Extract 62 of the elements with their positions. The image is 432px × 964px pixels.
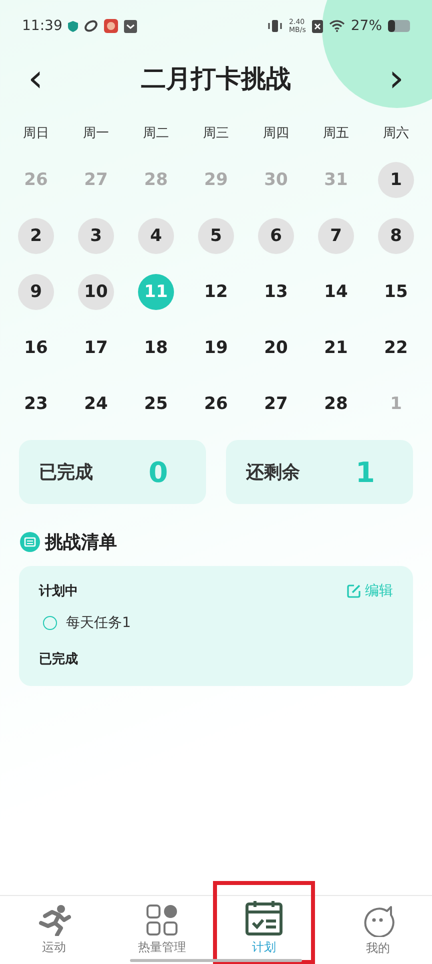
completed-heading: 已完成 — [39, 650, 79, 668]
running-icon — [37, 904, 71, 936]
calendar-day[interactable]: 23 — [18, 386, 54, 422]
calendar-day[interactable]: 13 — [258, 274, 294, 310]
apps-icon — [146, 904, 178, 936]
nav-tab[interactable]: 热量管理 — [108, 896, 216, 964]
calendar-day[interactable]: 14 — [318, 274, 354, 310]
calendar-day[interactable]: 4 — [138, 218, 174, 254]
nav-tab[interactable]: 我的 — [324, 896, 432, 964]
calendar-day[interactable]: 18 — [138, 330, 174, 366]
calendar-day[interactable]: 3 — [78, 218, 114, 254]
stat-label: 已完成 — [39, 461, 93, 484]
calendar-icon — [245, 900, 283, 936]
calendar-day[interactable]: 25 — [138, 386, 174, 422]
calendar-day[interactable]: 22 — [378, 330, 414, 366]
calendar-day[interactable]: 7 — [318, 218, 354, 254]
wifi-icon — [328, 20, 345, 32]
calendar-day[interactable]: 2 — [18, 218, 54, 254]
next-month-button[interactable]: › — [382, 59, 410, 97]
page-title: 二月打卡挑战 — [141, 62, 291, 94]
weekday-label: 周一 — [83, 125, 109, 142]
section-title: 挑战清单 — [45, 531, 117, 554]
weekday-label: 周三 — [203, 125, 229, 142]
task-label: 每天任务1 — [66, 614, 131, 632]
calendar-day[interactable]: 10 — [78, 274, 114, 310]
calendar-day[interactable]: 26 — [198, 386, 234, 422]
calendar-day[interactable]: 20 — [258, 330, 294, 366]
battery-percent: 27% — [350, 18, 382, 34]
calendar-day[interactable]: 24 — [78, 386, 114, 422]
calendar-day[interactable]: 1 — [378, 162, 414, 198]
calendar-day[interactable]: 19 — [198, 330, 234, 366]
stat-value: 0 — [148, 456, 168, 488]
edit-icon — [347, 584, 361, 598]
calendar-day[interactable]: 12 — [198, 274, 234, 310]
calendar-day[interactable]: 17 — [78, 330, 114, 366]
task-checkbox[interactable] — [43, 616, 57, 630]
calendar-day[interactable]: 27 — [258, 386, 294, 422]
calendar-day[interactable]: 16 — [18, 330, 54, 366]
list-icon — [20, 532, 40, 552]
weekday-label: 周六 — [383, 125, 409, 142]
battery-icon — [388, 20, 410, 32]
previous-month-button[interactable]: ‹ — [22, 59, 50, 97]
calendar-day[interactable]: 15 — [378, 274, 414, 310]
stat-value: 1 — [356, 456, 375, 488]
planned-heading: 计划中 — [39, 583, 78, 600]
weekday-label: 周五 — [323, 125, 349, 142]
weekday-label: 周日 — [23, 125, 49, 142]
weekday-label: 周四 — [263, 125, 289, 142]
vibrate-icon — [267, 19, 284, 33]
sim-icon — [312, 20, 323, 32]
mail-icon — [124, 20, 138, 32]
status-time: 11:39 — [22, 18, 62, 34]
calendar-day[interactable]: 21 — [318, 330, 354, 366]
calendar-day[interactable]: 5 — [198, 218, 234, 254]
calendar-day[interactable]: 9 — [18, 274, 54, 310]
shield-icon — [68, 20, 78, 32]
stat-label: 还剩余 — [246, 461, 300, 484]
weekday-label: 周二 — [143, 125, 169, 142]
calendar-day[interactable]: 6 — [258, 218, 294, 254]
calendar-day[interactable]: 8 — [378, 218, 414, 254]
calendar-day[interactable]: 28 — [318, 386, 354, 422]
nav-tab[interactable]: 运动 — [0, 896, 108, 964]
